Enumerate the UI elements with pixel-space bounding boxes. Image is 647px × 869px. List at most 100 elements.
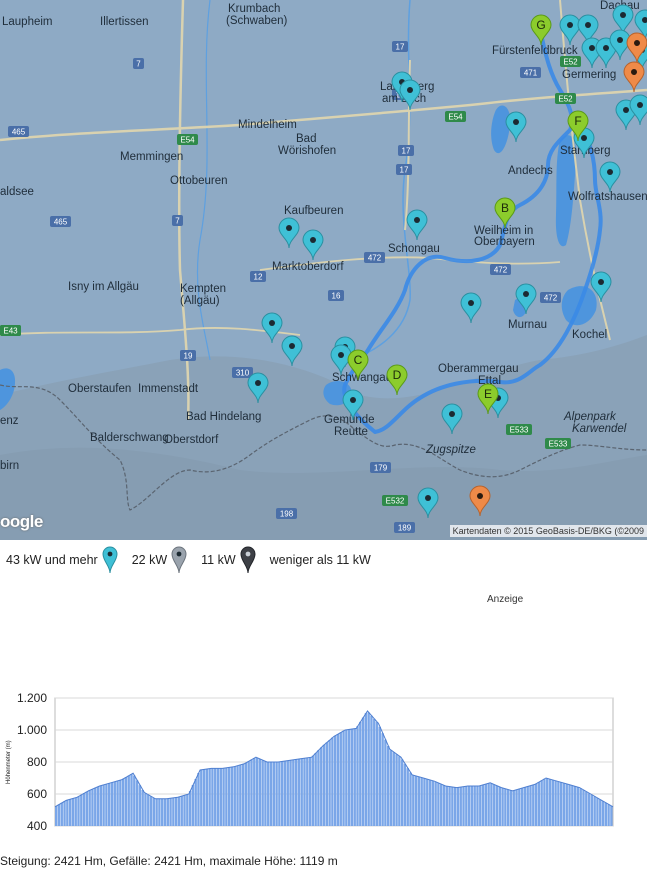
svg-text:179: 179: [374, 464, 388, 473]
elevation-bar: [442, 785, 446, 826]
elevation-bar: [426, 779, 429, 826]
elevation-bar: [121, 778, 125, 826]
elevation-bar: [169, 798, 172, 826]
elevation-bar: [465, 786, 468, 826]
place-label: Immenstadt: [138, 383, 199, 395]
elevation-bar: [303, 758, 306, 826]
elevation-bar: [96, 786, 100, 826]
elevation-bar: [314, 753, 317, 826]
y-tick-label: 800: [27, 755, 47, 769]
place-label: Wolfratshausen: [568, 191, 647, 203]
place-label: Gemünde: [324, 414, 375, 426]
elevation-bar: [548, 779, 552, 826]
elevation-bar: [350, 729, 354, 826]
cyan-pin-icon: [102, 546, 118, 574]
elevation-bar: [554, 780, 557, 826]
place-label: Balderschwang: [90, 432, 169, 444]
place-label: Kempten: [180, 283, 226, 295]
road-shield: 198: [276, 508, 297, 519]
road-shield: E54: [445, 111, 466, 122]
elevation-bar: [241, 764, 245, 826]
legend-label-43kw: 43 kW und mehr: [6, 553, 98, 567]
elevation-bar: [571, 785, 574, 826]
elevation-bar: [60, 802, 63, 826]
elevation-bar: [534, 783, 538, 826]
elevation-bar: [66, 800, 69, 826]
elevation-bar: [253, 758, 256, 826]
elevation-bar: [200, 769, 203, 826]
elevation-bar: [197, 773, 200, 826]
elevation-bar: [292, 759, 295, 826]
road-shield: 189: [394, 522, 415, 533]
elevation-bar: [202, 769, 206, 826]
svg-text:189: 189: [398, 524, 412, 533]
elevation-bar: [183, 795, 186, 826]
charger-legend: 43 kW und mehr 22 kW 11 kW weniger als 1…: [0, 542, 647, 578]
place-label: Oberbayern: [474, 236, 535, 248]
elevation-bar: [361, 717, 365, 826]
place-label: Bad Hindelang: [186, 411, 261, 423]
elevation-bar: [130, 774, 133, 826]
route-map[interactable]: 717465E54E54174657E43472124724721619E433…: [0, 0, 647, 540]
elevation-bar: [144, 793, 147, 826]
elevation-bar: [280, 761, 284, 826]
elevation-bar: [437, 783, 440, 826]
elevation-bar: [400, 759, 404, 826]
elevation-bar: [135, 780, 139, 826]
elevation-bar: [370, 715, 373, 826]
elevation-bar: [205, 769, 209, 826]
google-logo[interactable]: oogle: [0, 512, 43, 532]
road-shield: 310: [232, 367, 253, 378]
place-label: Alpenpark: [563, 411, 617, 423]
elevation-bar: [445, 786, 448, 826]
elevation-bar: [504, 788, 507, 826]
elevation-bar: [585, 791, 588, 826]
elevation-bar: [453, 787, 457, 826]
elevation-bar: [261, 760, 264, 826]
elevation-bar: [133, 775, 136, 826]
svg-text:465: 465: [54, 218, 68, 227]
elevation-bar: [417, 776, 421, 826]
elevation-bar: [378, 726, 382, 826]
place-label: Reutte: [334, 426, 368, 438]
elevation-bar: [546, 778, 549, 826]
elevation-bar: [601, 801, 605, 826]
elevation-bar: [116, 780, 119, 826]
elevation-bar: [267, 762, 270, 826]
road-shield: 465: [8, 126, 29, 137]
elevation-bar: [490, 783, 493, 826]
elevation-bar: [283, 761, 287, 826]
road-shield: 17: [398, 145, 414, 156]
road-shield: 179: [370, 462, 391, 473]
svg-text:D: D: [393, 368, 402, 382]
place-label: Illertissen: [100, 16, 149, 28]
elevation-bar: [186, 794, 189, 826]
svg-text:C: C: [354, 353, 363, 367]
elevation-bar: [476, 786, 479, 826]
svg-text:19: 19: [184, 352, 193, 361]
svg-text:E43: E43: [3, 327, 18, 336]
elevation-bar: [339, 732, 342, 826]
elevation-bar: [233, 766, 236, 826]
elevation-bar: [57, 804, 61, 826]
elevation-bar: [359, 721, 362, 826]
elevation-bar: [306, 757, 309, 826]
elevation-bar: [414, 776, 418, 826]
elevation-bar: [587, 793, 591, 826]
elevation-bar: [440, 784, 443, 826]
elevation-bar: [255, 757, 259, 826]
elevation-bar: [459, 787, 462, 826]
elevation-bar: [537, 782, 541, 826]
elevation-bar: [99, 785, 103, 826]
map-attribution[interactable]: Kartendaten © 2015 GeoBasis-DE/BKG (©200…: [449, 525, 647, 537]
elevation-bar: [375, 722, 379, 826]
place-label: Marktoberdorf: [272, 261, 344, 273]
elevation-bar: [420, 777, 423, 826]
elevation-bar: [342, 730, 345, 826]
svg-text:17: 17: [400, 166, 409, 175]
elevation-bar: [331, 737, 334, 826]
map-canvas[interactable]: 717465E54E54174657E43472124724721619E433…: [0, 0, 647, 540]
legend-label-22kw: 22 kW: [131, 553, 168, 567]
road-shield: 7: [133, 58, 144, 69]
elevation-bar: [227, 767, 231, 826]
